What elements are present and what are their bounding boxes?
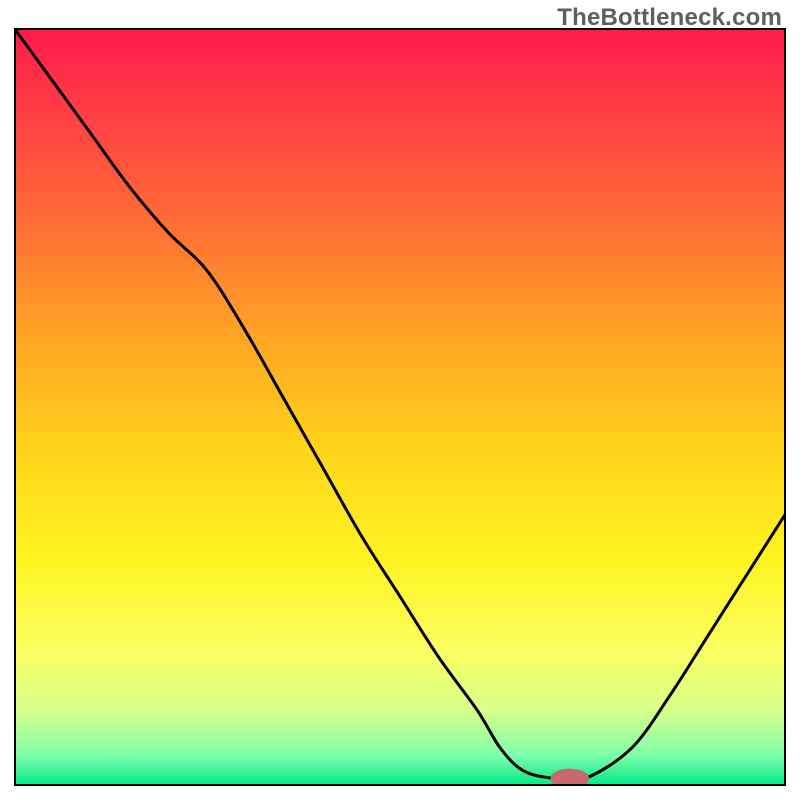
gradient-background bbox=[14, 28, 786, 786]
bottleneck-chart bbox=[14, 28, 786, 786]
chart-frame bbox=[14, 28, 786, 786]
